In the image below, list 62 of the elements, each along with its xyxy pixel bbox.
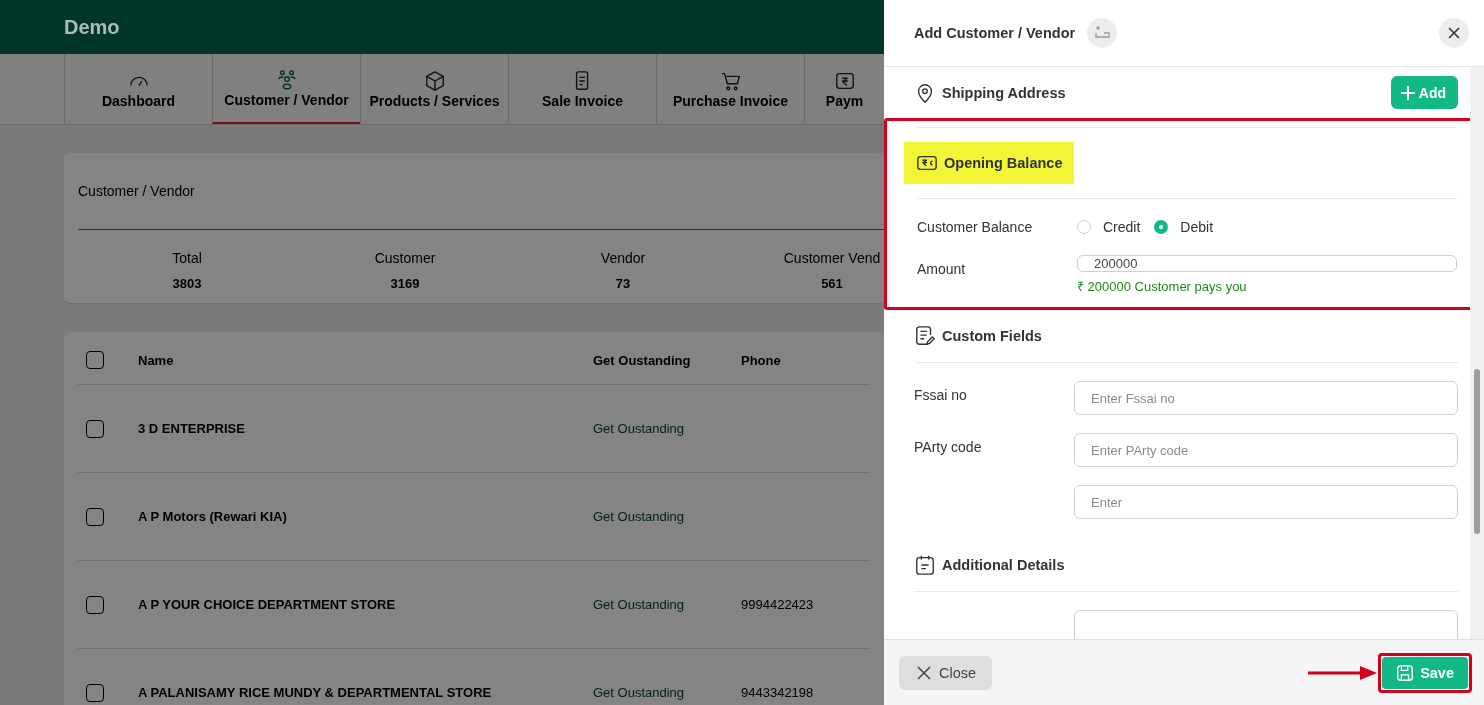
nav-tab[interactable]: Dashboard (64, 54, 212, 124)
get-outstanding-link[interactable]: Get Oustanding (593, 421, 741, 436)
rupee-icon (833, 70, 856, 92)
field-label: PArty code (914, 438, 983, 455)
amount-field[interactable]: 200000 (1077, 255, 1457, 272)
stat-value: 73 (615, 276, 631, 291)
column-header: Phone (741, 352, 781, 368)
cart-icon (719, 70, 742, 92)
stat-label: Customer Vend (783, 250, 881, 266)
row-checkbox[interactable] (86, 419, 104, 438)
table-cell: 9994422423 (741, 597, 814, 612)
field-label: Customer Balance (917, 219, 1034, 235)
radio-option[interactable]: Credit (1077, 219, 1141, 235)
stat-label: Total (172, 250, 202, 266)
card-title: Customer / Vendor (78, 182, 196, 201)
app-title: Demo (64, 15, 120, 39)
stat-value: 3169 (390, 276, 420, 291)
scrollbar[interactable] (1470, 67, 1484, 639)
select-all-checkbox[interactable] (86, 351, 104, 369)
row-checkbox[interactable] (86, 507, 104, 526)
calendar-icon (914, 554, 936, 576)
stat-value: 561 (821, 276, 843, 291)
section-title: Shipping Address (942, 84, 1066, 101)
table-cell-text: 3 D ENTERPRISE (138, 421, 246, 436)
row-checkbox[interactable] (86, 595, 104, 614)
table-cell: 9443342198 (741, 685, 814, 700)
section-title: Custom Fields (942, 328, 1042, 344)
table-cell-text: A P YOUR CHOICE DEPARTMENT STORE (138, 597, 397, 612)
amount-hint: ₹ 200000 Customer pays you (1077, 278, 1248, 295)
stat-label: Vendor (600, 250, 646, 266)
section-title: Additional Details (942, 557, 1065, 573)
column-header: Get Oustanding (593, 352, 692, 368)
table-cell-text: A P Motors (Rewari KIA) (138, 509, 288, 524)
field-label: Amount (917, 260, 967, 277)
row-checkbox[interactable] (86, 683, 104, 702)
stat-value: 3803 (172, 276, 202, 291)
box-icon (423, 70, 446, 92)
nav-tab[interactable]: Sale Invoice (508, 54, 656, 124)
close-icon[interactable] (1439, 18, 1469, 48)
stat-label: Customer (374, 250, 436, 266)
edit-document-icon (914, 325, 936, 347)
nav-tab[interactable]: Customer / Vendor (212, 54, 360, 124)
close-icon (917, 665, 931, 680)
text-field[interactable]: Enter (1074, 485, 1458, 519)
section-title: Opening Balance (944, 155, 1063, 171)
annotation-arrow (1308, 664, 1379, 681)
nav-tab[interactable]: Products / Services (360, 54, 508, 124)
text-field[interactable]: Enter PArty code (1074, 433, 1458, 467)
get-outstanding-link[interactable]: Get Oustanding (593, 685, 741, 700)
close-button[interactable]: Close (899, 655, 993, 690)
nav-tab[interactable]: Purchase Invoice (656, 54, 804, 124)
radio-option[interactable]: Debit (1154, 219, 1214, 235)
table-cell-text: A PALANISAMY RICE MUNDY & DEPARTMENTAL STORE (138, 685, 493, 700)
text-field[interactable]: Enter Fssai no (1074, 381, 1458, 415)
plus-icon (1400, 85, 1415, 100)
column-header: Name (138, 352, 175, 368)
get-outstanding-link[interactable]: Get Oustanding (593, 597, 741, 612)
field-label: Fssai no (914, 386, 968, 403)
drawer-title: Add Customer / Vendor (914, 25, 1076, 41)
get-outstanding-link[interactable]: Get Oustanding (593, 509, 741, 524)
add-card-icon (1087, 18, 1118, 48)
people-icon (275, 69, 298, 91)
